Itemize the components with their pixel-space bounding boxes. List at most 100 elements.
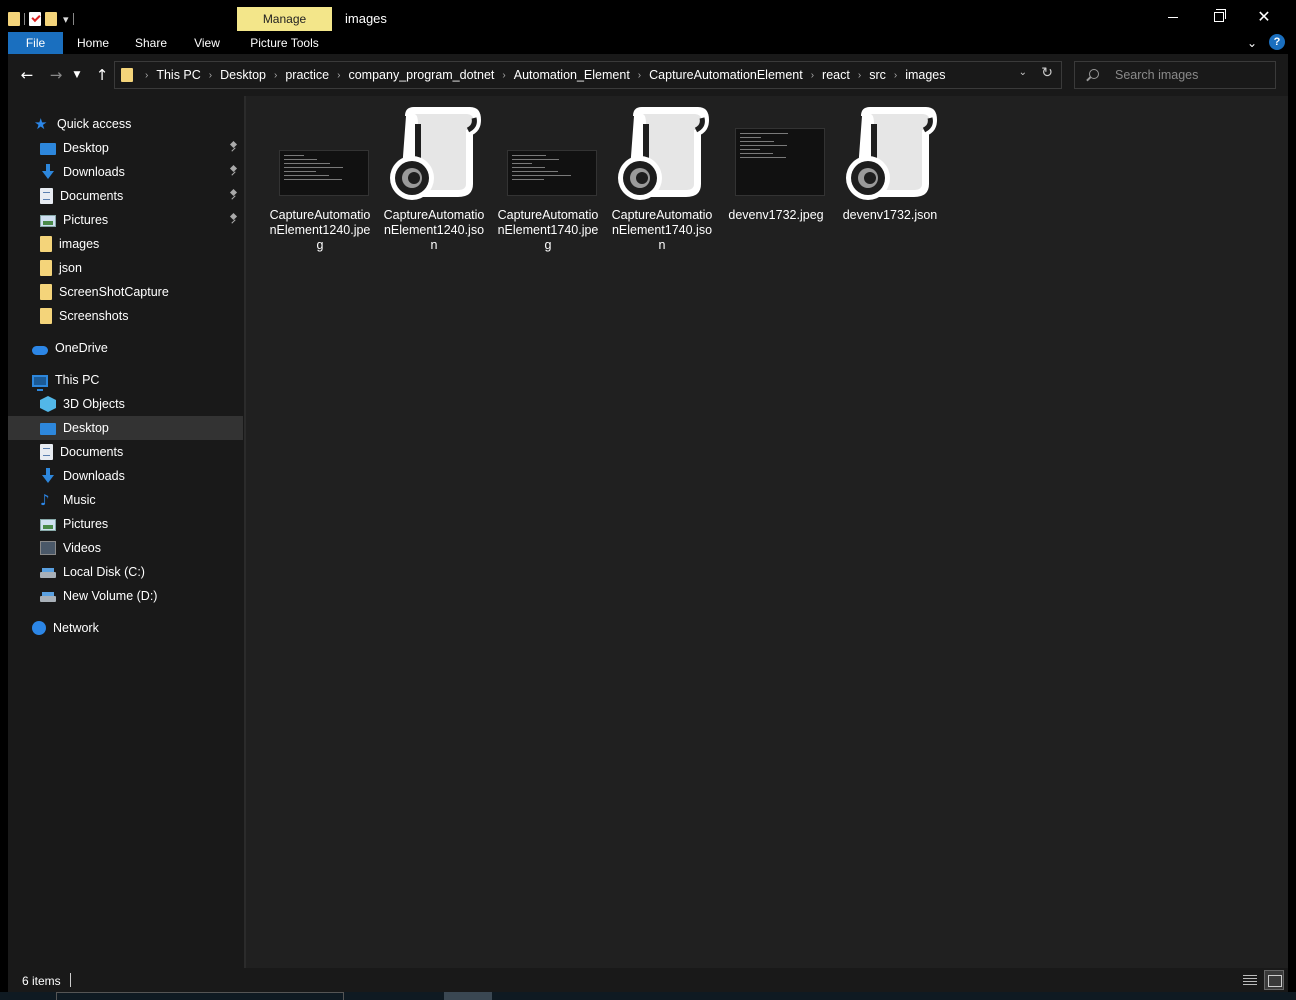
breadcrumb-chevron-icon[interactable]: ›	[634, 70, 645, 81]
breadcrumb-item[interactable]: src	[865, 68, 890, 82]
nav-item-videos[interactable]: Videos	[8, 536, 243, 560]
manage-context-tab[interactable]: Manage	[237, 7, 332, 31]
breadcrumb-item[interactable]: This PC	[152, 68, 204, 82]
json-file-icon	[616, 104, 712, 200]
nav-item-downloads[interactable]: Downloads	[8, 464, 243, 488]
refresh-icon[interactable]: ↻	[1041, 65, 1053, 81]
file-name: CaptureAutomationElement1740.json	[611, 208, 713, 252]
image-thumbnail-icon	[735, 128, 825, 196]
nav-item-documents[interactable]: Documents	[8, 184, 243, 208]
nav-item-desktop[interactable]: Desktop	[8, 416, 243, 440]
nav-this-pc[interactable]: This PC	[8, 368, 243, 392]
properties-icon[interactable]	[29, 12, 41, 26]
breadcrumb-chevron-icon[interactable]: ›	[854, 70, 865, 81]
nav-item-desktop[interactable]: Desktop	[8, 136, 243, 160]
tab-picture-tools[interactable]: Picture Tools	[237, 32, 332, 54]
file-list-view[interactable]: CaptureAutomationElement1240.jpeg Captur…	[246, 96, 1288, 968]
tab-home[interactable]: Home	[70, 32, 116, 54]
breadcrumb-item[interactable]: CaptureAutomationElement	[645, 68, 807, 82]
tab-share[interactable]: Share	[128, 32, 174, 54]
nav-item-music[interactable]: ♪ Music	[8, 488, 243, 512]
nav-item-label: This PC	[55, 373, 100, 387]
file-item[interactable]: CaptureAutomationElement1740.json	[606, 104, 718, 254]
folder-icon	[40, 260, 52, 276]
restore-button[interactable]	[1196, 0, 1242, 34]
back-button[interactable]: ←	[15, 64, 39, 86]
address-bar[interactable]: › This PC › Desktop › practice › company_progra…	[114, 61, 1062, 89]
recent-locations-chevron-icon[interactable]: ▼	[70, 64, 84, 86]
nav-item-json[interactable]: json	[8, 256, 243, 280]
thumbnail-text-line	[740, 149, 760, 150]
thumbnail-text-line	[740, 137, 761, 138]
taskbar-item[interactable]	[56, 992, 344, 1000]
nav-item-local-disk-c[interactable]: Local Disk (C:)	[8, 560, 243, 584]
file-item[interactable]: CaptureAutomationElement1740.jpeg	[492, 104, 604, 254]
expand-ribbon-chevron-icon[interactable]: ⌄	[1247, 36, 1257, 50]
pin-icon	[230, 166, 237, 176]
nav-item-3d-objects[interactable]: 3D Objects	[8, 392, 243, 416]
nav-item-label: Videos	[63, 541, 101, 555]
nav-network[interactable]: Network	[8, 616, 243, 640]
nav-item-label: Desktop	[63, 421, 109, 435]
nav-item-pictures[interactable]: Pictures	[8, 512, 243, 536]
taskbar-item[interactable]	[444, 992, 492, 1000]
close-button[interactable]: ✕	[1241, 0, 1287, 34]
breadcrumb-chevron-icon[interactable]: ›	[890, 70, 901, 81]
nav-item-images[interactable]: images	[8, 232, 243, 256]
breadcrumb-chevron-icon[interactable]: ›	[333, 70, 344, 81]
search-box[interactable]	[1074, 61, 1276, 89]
forward-button[interactable]: →	[44, 64, 68, 86]
folder-icon[interactable]	[8, 12, 20, 26]
nav-item-label: Network	[53, 621, 99, 635]
file-item[interactable]: CaptureAutomationElement1240.jpeg	[264, 104, 376, 254]
tab-view[interactable]: View	[186, 32, 228, 54]
computer-icon	[32, 374, 48, 391]
image-thumbnail-icon	[507, 150, 597, 196]
thumbnail-text-line	[284, 175, 329, 176]
breadcrumb-item[interactable]: company_program_dotnet	[344, 68, 498, 82]
navigation-pane: ★ Quick access Desktop Downloads Documents…	[8, 96, 244, 968]
nav-item-screenshotcapture[interactable]: ScreenShotCapture	[8, 280, 243, 304]
local-disk-icon	[40, 568, 56, 578]
help-icon[interactable]: ?	[1269, 34, 1285, 50]
customize-toolbar-dropdown-icon[interactable]: ▾	[63, 13, 69, 26]
nav-onedrive[interactable]: OneDrive	[8, 336, 243, 360]
breadcrumb-item[interactable]: Desktop	[216, 68, 270, 82]
nav-item-downloads[interactable]: Downloads	[8, 160, 243, 184]
breadcrumb-chevron-icon[interactable]: ›	[270, 70, 281, 81]
folder-icon	[40, 236, 52, 252]
documents-icon	[40, 188, 53, 204]
nav-quick-access[interactable]: ★ Quick access	[8, 112, 243, 136]
minimize-button[interactable]	[1150, 0, 1196, 34]
breadcrumb-item[interactable]: Automation_Element	[510, 68, 634, 82]
file-item[interactable]: devenv1732.jpeg	[720, 104, 832, 254]
nav-item-documents[interactable]: Documents	[8, 440, 243, 464]
file-item[interactable]: CaptureAutomationElement1240.json	[378, 104, 490, 254]
tab-file[interactable]: File	[8, 32, 63, 54]
breadcrumb-chevron-icon[interactable]: ›	[205, 70, 216, 81]
thumbnail-text-line	[284, 159, 317, 160]
up-button[interactable]: ↑	[90, 64, 114, 86]
breadcrumb-item[interactable]: practice	[281, 68, 333, 82]
nav-item-label: Pictures	[63, 517, 109, 531]
breadcrumb-item[interactable]: react	[818, 68, 854, 82]
large-icons-view-icon[interactable]	[1264, 970, 1284, 990]
breadcrumb-chevron-icon[interactable]: ›	[498, 70, 509, 81]
nav-item-label: Screenshots	[59, 309, 129, 323]
file-item[interactable]: devenv1732.json	[834, 104, 946, 254]
breadcrumb-item[interactable]: images	[901, 68, 949, 82]
address-history-chevron-icon[interactable]: ⌄	[1019, 67, 1027, 78]
breadcrumb-chevron-icon[interactable]: ›	[141, 70, 152, 81]
details-view-icon[interactable]	[1242, 972, 1258, 988]
thumbnail-text-line	[512, 175, 571, 176]
nav-item-label: 3D Objects	[63, 397, 125, 411]
minimize-icon	[1168, 16, 1178, 18]
new-folder-icon[interactable]	[45, 12, 57, 26]
nav-item-label: Music	[63, 493, 96, 507]
thumbnail-text-line	[284, 163, 330, 164]
nav-item-screenshots[interactable]: Screenshots	[8, 304, 243, 328]
nav-item-new-volume-d[interactable]: New Volume (D:)	[8, 584, 243, 608]
nav-item-pictures[interactable]: Pictures	[8, 208, 243, 232]
breadcrumb-chevron-icon[interactable]: ›	[807, 70, 818, 81]
search-input[interactable]	[1115, 66, 1265, 84]
